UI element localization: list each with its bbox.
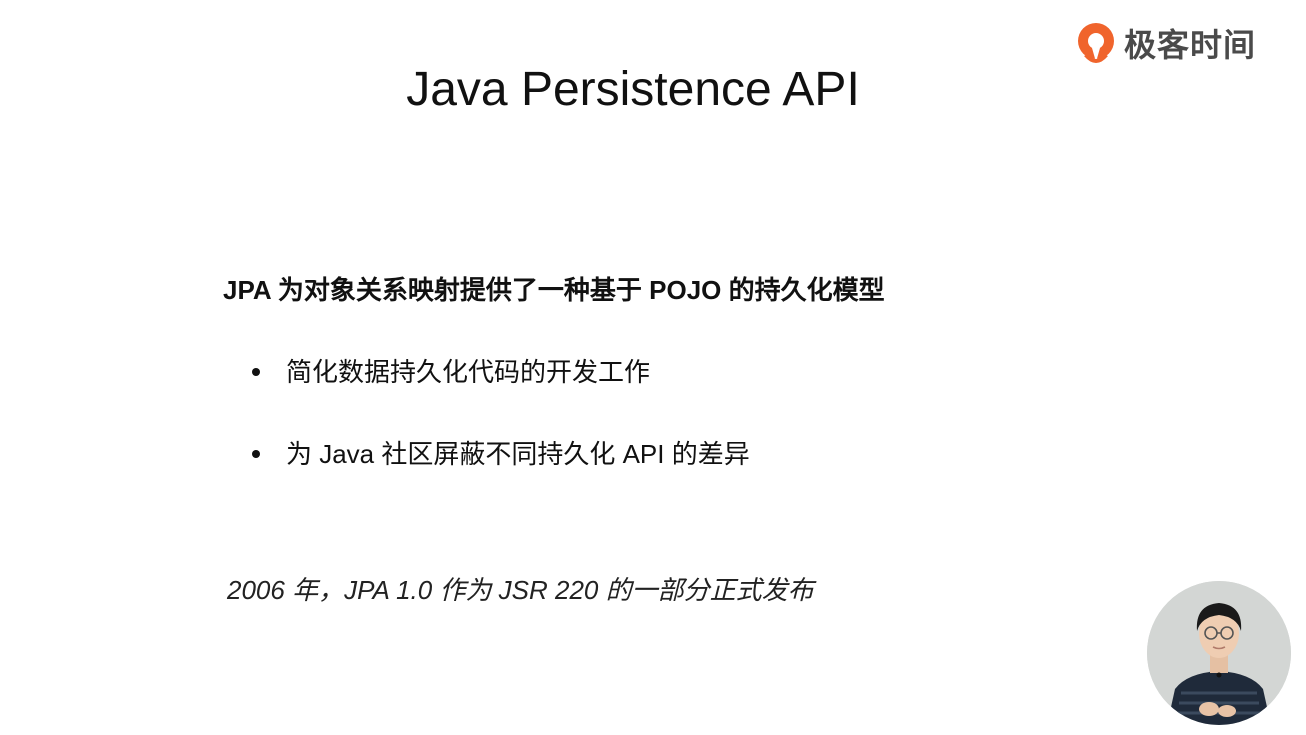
presenter-silhouette-icon: [1147, 581, 1291, 725]
bullet-dot-icon: [252, 450, 260, 458]
bullet-text: 简化数据持久化代码的开发工作: [286, 357, 651, 387]
slide-title: Java Persistence API: [406, 63, 860, 116]
slide: 极客时间 Java Persistence API JPA 为对象关系映射提供了…: [0, 0, 1306, 735]
presenter-video: [1147, 581, 1291, 725]
bullet-dot-icon: [252, 368, 260, 376]
bullet-item: 为 Java 社区屏蔽不同持久化 API 的差异: [250, 434, 750, 474]
bullet-text: 为 Java 社区屏蔽不同持久化 API 的差异: [286, 439, 750, 469]
slide-footnote: 2006 年，JPA 1.0 作为 JSR 220 的一部分正式发布: [227, 575, 814, 605]
bullet-item: 简化数据持久化代码的开发工作: [250, 352, 650, 392]
slide-headline: JPA 为对象关系映射提供了一种基于 POJO 的持久化模型: [223, 275, 885, 305]
